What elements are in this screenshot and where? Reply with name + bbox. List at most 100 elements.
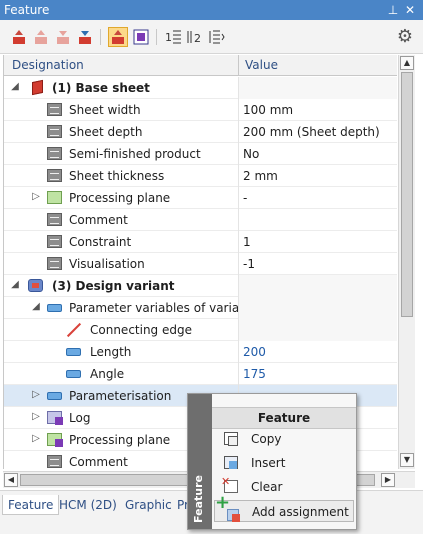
row-label: Comment	[69, 213, 128, 227]
row-label: Comment	[69, 455, 128, 469]
column-header-designation[interactable]: Designation	[12, 58, 84, 72]
scroll-left-icon[interactable]: ◀	[4, 473, 18, 487]
property-row-visualisation[interactable]: Visualisation -1	[4, 253, 397, 275]
collapse-arrow-icon[interactable]: ◢	[31, 301, 41, 313]
feature-up-icon[interactable]	[10, 28, 28, 46]
menu-item-label: Copy	[251, 432, 282, 446]
property-row-connecting-edge[interactable]: Connecting edge	[4, 319, 397, 341]
scroll-down-icon[interactable]: ▼	[400, 453, 414, 467]
svg-text:2: 2	[194, 32, 201, 45]
base-sheet-icon	[32, 79, 43, 96]
feature-up-grey-icon[interactable]	[32, 28, 50, 46]
tree-level-1-icon[interactable]: 1	[164, 28, 182, 46]
tab-feature[interactable]: Feature	[2, 495, 60, 515]
menu-item-copy[interactable]: Copy	[214, 428, 354, 450]
expand-arrow-icon[interactable]: ▷	[31, 389, 41, 401]
feature-down-grey-icon[interactable]	[54, 28, 72, 46]
property-row-length[interactable]: Length 200	[4, 341, 397, 363]
feature-jump-icon[interactable]	[132, 28, 150, 46]
row-label: Length	[90, 345, 132, 359]
row-value[interactable]: -1	[238, 253, 397, 275]
collapse-arrow-icon[interactable]: ◢	[10, 81, 20, 93]
close-icon[interactable]: ✕	[403, 2, 417, 18]
row-value[interactable]	[238, 209, 397, 231]
context-menu-header: Feature	[212, 407, 356, 429]
feature-recalc-icon[interactable]	[108, 27, 128, 47]
menu-item-add-assignment[interactable]: Add assignment	[214, 500, 354, 522]
parameter-icon	[47, 392, 62, 400]
context-menu-side-band: Feature	[188, 394, 212, 529]
property-table-icon	[47, 169, 62, 182]
expand-arrow-icon[interactable]: ▷	[31, 191, 41, 203]
expand-arrow-icon[interactable]: ▷	[31, 433, 41, 445]
vertical-scrollbar[interactable]: ▲ ▼	[398, 55, 415, 469]
row-value[interactable]: 100 mm	[238, 99, 397, 121]
row-label: Sheet thickness	[69, 169, 165, 183]
toolbar-separator	[100, 29, 101, 45]
row-label: Angle	[90, 367, 125, 381]
tab-graphic[interactable]: Graphic	[120, 495, 177, 515]
add-plus-icon: +	[215, 492, 231, 513]
property-row-sheet-thickness[interactable]: Sheet thickness 2 mm	[4, 165, 397, 187]
row-value	[238, 297, 397, 319]
processing-plane-icon	[47, 433, 63, 447]
row-value[interactable]: 200	[238, 341, 397, 363]
property-table-icon	[47, 213, 62, 226]
row-value[interactable]: 1	[238, 231, 397, 253]
property-row-angle[interactable]: Angle 175	[4, 363, 397, 385]
feature-down-icon[interactable]	[76, 28, 94, 46]
grid-header: Designation Value	[4, 55, 397, 76]
tree-row-parameter-variables[interactable]: ◢ Parameter variables of variant	[4, 297, 397, 319]
row-label: Sheet depth	[69, 125, 143, 139]
property-row-sheet-width[interactable]: Sheet width 100 mm	[4, 99, 397, 121]
parameter-icon	[66, 348, 81, 356]
menu-item-label: Insert	[251, 456, 286, 470]
context-menu-side-label: Feature	[192, 475, 205, 523]
property-row-constraint[interactable]: Constraint 1	[4, 231, 397, 253]
tab-hcm-2d[interactable]: HCM (2D)	[54, 495, 122, 515]
tree-row-base-sheet[interactable]: ◢ (1) Base sheet	[4, 77, 397, 99]
tree-level-n-icon[interactable]	[208, 28, 226, 46]
row-value[interactable]: -	[238, 187, 397, 209]
row-label: (1) Base sheet	[52, 81, 150, 95]
vertical-scroll-thumb[interactable]	[401, 72, 413, 317]
property-table-icon	[47, 103, 62, 116]
window-title-bar: Feature ⊥ ✕	[0, 0, 423, 20]
column-header-value[interactable]: Value	[238, 55, 397, 76]
pin-icon[interactable]: ⊥	[386, 2, 400, 18]
row-label: Semi-finished product	[69, 147, 201, 161]
property-row-sheet-depth[interactable]: Sheet depth 200 mm (Sheet depth)	[4, 121, 397, 143]
row-label: Connecting edge	[90, 323, 192, 337]
row-value[interactable]: 175	[238, 363, 397, 385]
window-title: Feature	[4, 3, 50, 17]
row-label: Parameterisation	[69, 389, 172, 403]
expand-arrow-icon[interactable]: ▷	[31, 411, 41, 423]
svg-text:1: 1	[165, 31, 172, 44]
scroll-right-icon[interactable]: ▶	[381, 473, 395, 487]
row-label: Constraint	[69, 235, 132, 249]
collapse-arrow-icon[interactable]: ◢	[10, 279, 20, 291]
row-value[interactable]: 200 mm (Sheet depth)	[238, 121, 397, 143]
property-table-icon	[47, 125, 62, 138]
connecting-edge-icon	[66, 323, 82, 337]
copy-icon	[224, 432, 238, 446]
property-row-comment[interactable]: Comment	[4, 209, 397, 231]
row-label: Visualisation	[69, 257, 145, 271]
parameter-icon	[47, 304, 62, 312]
row-value[interactable]: No	[238, 143, 397, 165]
row-value	[238, 319, 397, 341]
parameter-icon	[66, 370, 81, 378]
tree-row-processing-plane[interactable]: ▷ Processing plane -	[4, 187, 397, 209]
row-value	[238, 77, 397, 99]
property-row-semi-finished-product[interactable]: Semi-finished product No	[4, 143, 397, 165]
scroll-up-icon[interactable]: ▲	[400, 56, 414, 70]
processing-plane-icon	[47, 191, 62, 204]
tree-row-design-variant[interactable]: ◢ (3) Design variant	[4, 275, 397, 297]
row-label: Processing plane	[69, 191, 171, 205]
tree-level-2-icon[interactable]: 2	[186, 28, 204, 46]
settings-gear-icon[interactable]: ⚙	[397, 28, 413, 46]
row-value[interactable]: 2 mm	[238, 165, 397, 187]
menu-item-clear[interactable]: Clear	[214, 475, 354, 498]
menu-item-insert[interactable]: Insert	[214, 452, 354, 474]
row-label: (3) Design variant	[52, 279, 175, 293]
